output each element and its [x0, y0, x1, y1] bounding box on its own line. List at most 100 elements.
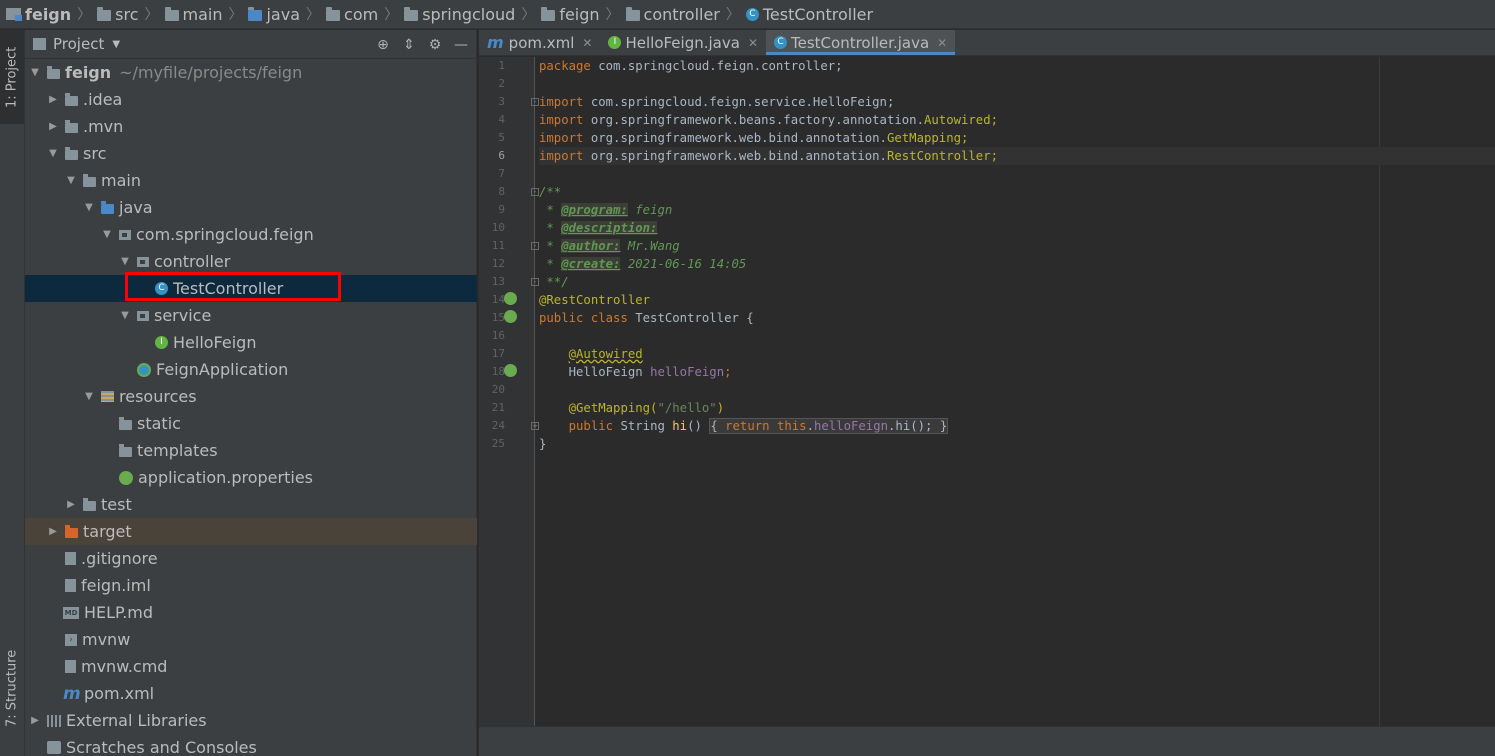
line-number: 9 — [498, 203, 505, 216]
project-view-icon — [33, 38, 46, 50]
tree-item-idea[interactable]: ▶ .idea — [25, 86, 477, 113]
collapse-arrow-icon[interactable]: ▶ — [47, 94, 59, 105]
tree-item-mvnw-cmd[interactable]: mvnw.cmd — [25, 653, 477, 680]
expand-arrow-icon[interactable]: ▼ — [83, 391, 95, 402]
tree-item-main[interactable]: ▼ main — [25, 167, 477, 194]
code-token: import — [539, 95, 584, 109]
close-icon[interactable]: ✕ — [937, 36, 947, 50]
expand-arrow-icon[interactable]: ▼ — [83, 202, 95, 213]
tree-item-mvn[interactable]: ▶ .mvn — [25, 113, 477, 140]
line-number: 11 — [491, 239, 505, 252]
code-token: * — [539, 221, 562, 235]
code-token: public class — [539, 311, 628, 325]
tree-item-templates[interactable]: templates — [25, 437, 477, 464]
structure-tool-tab[interactable]: 7: Structure — [0, 630, 24, 746]
tree-item-target[interactable]: ▶ target — [25, 518, 477, 545]
fold-icon[interactable]: - — [531, 98, 539, 106]
code-token: return this — [725, 419, 807, 433]
tree-item-label: pom.xml — [84, 684, 155, 703]
text-file-icon — [65, 660, 76, 673]
fold-icon[interactable]: - — [531, 278, 539, 286]
breadcrumb-item-com[interactable]: com — [326, 5, 378, 24]
tree-item-src[interactable]: ▼ src — [25, 140, 477, 167]
tree-item-feign[interactable]: ▼ feign ~/myfile/projects/feign — [25, 59, 477, 86]
collapse-arrow-icon[interactable]: ▶ — [65, 499, 77, 510]
maven-icon: m — [63, 683, 81, 704]
close-icon[interactable]: ✕ — [582, 36, 592, 50]
class-icon: C — [155, 282, 168, 295]
tree-item-gitignore[interactable]: .gitignore — [25, 545, 477, 572]
spring-bean-gutter-icon[interactable] — [504, 292, 517, 305]
line-number-current: 6 — [498, 149, 505, 162]
tree-item-service[interactable]: ▼ service — [25, 302, 477, 329]
resources-folder-icon — [101, 391, 114, 402]
fold-icon[interactable]: - — [531, 188, 539, 196]
tree-item-controller[interactable]: ▼ controller — [25, 248, 477, 275]
expand-arrow-icon[interactable]: ▼ — [29, 67, 41, 78]
tree-item-package-feign[interactable]: ▼ com.springcloud.feign — [25, 221, 477, 248]
expand-arrow-icon[interactable]: ▼ — [65, 175, 77, 186]
tree-item-mvnw[interactable]: › mvnw — [25, 626, 477, 653]
tree-item-label: .mvn — [83, 117, 124, 136]
autowired-gutter-icon[interactable] — [504, 364, 517, 377]
collapse-arrow-icon[interactable]: ▶ — [29, 715, 41, 726]
tree-item-feign-iml[interactable]: feign.iml — [25, 572, 477, 599]
breadcrumb-item-controller[interactable]: controller — [625, 5, 720, 24]
tree-item-test[interactable]: ▶ test — [25, 491, 477, 518]
tree-item-testcontroller[interactable]: C TestController — [25, 275, 477, 302]
chevron-down-icon[interactable]: ▼ — [112, 39, 120, 50]
tree-item-resources[interactable]: ▼ resources — [25, 383, 477, 410]
tree-item-feignapplication[interactable]: FeignApplication — [25, 356, 477, 383]
line-number: 20 — [491, 383, 505, 396]
tree-item-pom-xml[interactable]: m pom.xml — [25, 680, 477, 707]
breadcrumb-item-src[interactable]: src — [97, 4, 139, 24]
tree-item-hellofeign[interactable]: I HelloFeign — [25, 329, 477, 356]
expand-arrow-icon[interactable]: ▼ — [47, 148, 59, 159]
spring-bean-gutter-icon[interactable] — [504, 310, 517, 323]
tab-hellofeign-java[interactable]: I HelloFeign.java ✕ — [600, 30, 766, 55]
close-icon[interactable]: ✕ — [748, 36, 758, 50]
breadcrumb-label: src — [115, 4, 139, 24]
code-line: @Autowired — [539, 345, 1379, 363]
minimize-icon[interactable]: — — [452, 36, 470, 54]
fold-icon[interactable]: - — [531, 242, 539, 250]
tab-pom-xml[interactable]: m pom.xml ✕ — [479, 30, 600, 55]
tree-item-java[interactable]: ▼ java — [25, 194, 477, 221]
code-token: com.springcloud.feign.controller; — [590, 59, 843, 73]
breadcrumb-item-java[interactable]: java — [248, 5, 300, 24]
folder-icon — [65, 146, 78, 160]
code-token: public — [568, 419, 614, 433]
project-view-selector[interactable]: Project — [53, 35, 104, 53]
code-token: /** — [539, 185, 562, 199]
expand-arrow-icon[interactable]: ▼ — [101, 229, 113, 240]
collapse-arrow-icon[interactable]: ▶ — [47, 526, 59, 537]
gear-icon[interactable]: ⚙ — [426, 36, 444, 54]
code-token: Autowired; — [923, 113, 999, 127]
tab-testcontroller-java[interactable]: C TestController.java ✕ — [766, 30, 956, 55]
tree-item-label: target — [83, 522, 132, 541]
package-icon — [326, 6, 341, 21]
collapse-all-icon[interactable]: ⇕ — [400, 36, 418, 54]
locate-file-icon[interactable]: ⊕ — [374, 36, 392, 54]
expand-arrow-icon[interactable]: ▼ — [119, 256, 131, 267]
tree-item-application-properties[interactable]: application.properties — [25, 464, 477, 491]
collapse-arrow-icon[interactable]: ▶ — [47, 121, 59, 132]
breadcrumb-item-testcontroller[interactable]: C TestController — [745, 5, 873, 24]
expand-arrow-icon[interactable]: ▼ — [119, 310, 131, 321]
breadcrumb-item-feign[interactable]: feign — [6, 5, 71, 24]
tree-item-scratches[interactable]: Scratches and Consoles — [25, 734, 477, 756]
code-line: * @author: Mr.Wang — [539, 237, 1379, 255]
tree-item-label: application.properties — [138, 468, 313, 487]
project-tree: ▼ feign ~/myfile/projects/feign ▶ .idea … — [25, 59, 477, 756]
breadcrumb-item-feign-package[interactable]: feign — [541, 5, 600, 24]
folded-method-body[interactable]: { return this.helloFeign.hi(); } — [709, 418, 949, 434]
breadcrumb-item-springcloud[interactable]: springcloud — [404, 5, 515, 24]
tree-item-help-md[interactable]: MD HELP.md — [25, 599, 477, 626]
project-tool-tab[interactable]: 1: Project — [0, 30, 24, 124]
tree-item-external-libraries[interactable]: ▶ External Libraries — [25, 707, 477, 734]
fold-icon[interactable]: + — [531, 422, 539, 430]
tree-item-static[interactable]: static — [25, 410, 477, 437]
breadcrumb-item-main[interactable]: main — [164, 5, 222, 24]
code-editor[interactable]: 1 2 3 4 5 6 7 8 9 10 11 12 13 14 15 16 1… — [479, 57, 1495, 729]
breadcrumb-separator: 〉 — [144, 7, 159, 23]
